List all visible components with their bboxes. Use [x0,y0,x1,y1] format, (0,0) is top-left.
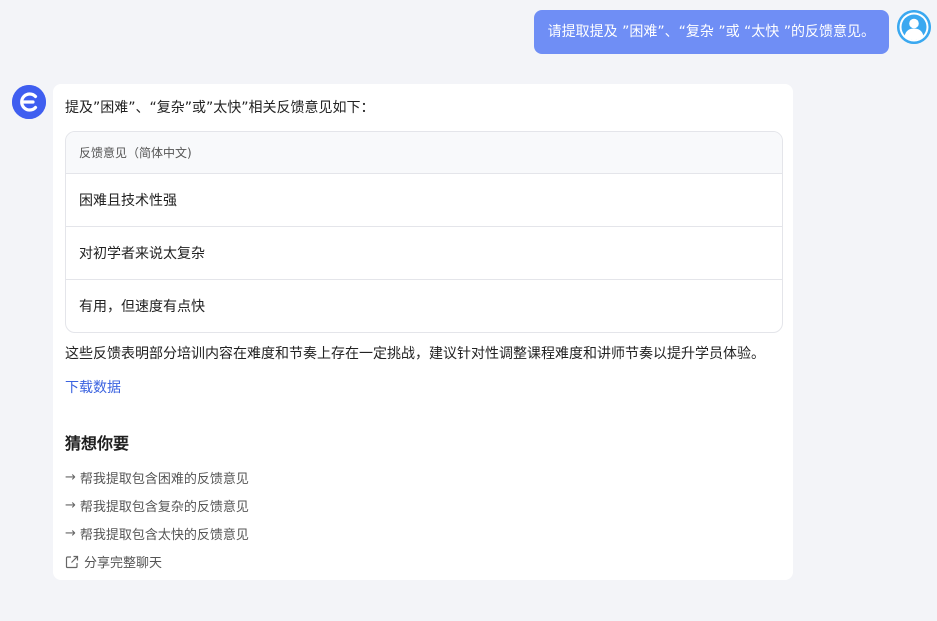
suggestion-label: 帮我提取包含困难的反馈意见 [79,472,249,487]
share-chat-button[interactable]: 分享完整聊天 [65,552,162,571]
suggestion-label: 帮我提取包含太快的反馈意见 [79,528,249,543]
user-avatar-icon [897,10,931,44]
arrow-right-icon: → [65,498,76,513]
suggestions-title: 猜想你要 [65,434,130,453]
user-message-bubble: 请提取提及 ”困难”、“复杂 ”或 “太快 ”的反馈意见。 [533,10,889,54]
suggestion-item[interactable]: → 帮我提取包含太快的反馈意见 [65,524,249,543]
table-row: 困难且技术性强 [66,174,782,227]
suggestion-item[interactable]: → 帮我提取包含复杂的反馈意见 [65,496,249,515]
share-chat-label: 分享完整聊天 [84,556,163,571]
feedback-table: 反馈意见（简体中文) 困难且技术性强 对初学者来说太复杂 有用，但速度有点快 [65,131,783,333]
arrow-right-icon: → [65,470,76,485]
assistant-message-card: 提及”困难”、“复杂”或”太快”相关反馈意见如下： 反馈意见（简体中文) 困难且… [53,84,793,580]
table-row: 对初学者来说太复杂 [66,227,782,280]
suggestion-label: 帮我提取包含复杂的反馈意见 [79,500,249,515]
table-row: 有用，但速度有点快 [79,299,205,315]
feedback-table-header: 反馈意见（简体中文) [66,132,782,174]
share-icon [65,555,79,568]
assistant-summary-text: 这些反馈表明部分培训内容在难度和节奏上存在一定挑战，建议针对性调整课程难度和讲师… [65,346,765,362]
download-data-link[interactable]: 下载数据 [65,378,121,398]
user-message-row: 请提取提及 ”困难”、“复杂 ”或 “太快 ”的反馈意见。 [533,10,931,54]
arrow-right-icon: → [65,526,76,541]
assistant-intro-text: 提及”困难”、“复杂”或”太快”相关反馈意见如下： [65,100,375,116]
suggestion-item[interactable]: → 帮我提取包含困难的反馈意见 [65,468,249,487]
bot-logo-icon [12,85,46,119]
